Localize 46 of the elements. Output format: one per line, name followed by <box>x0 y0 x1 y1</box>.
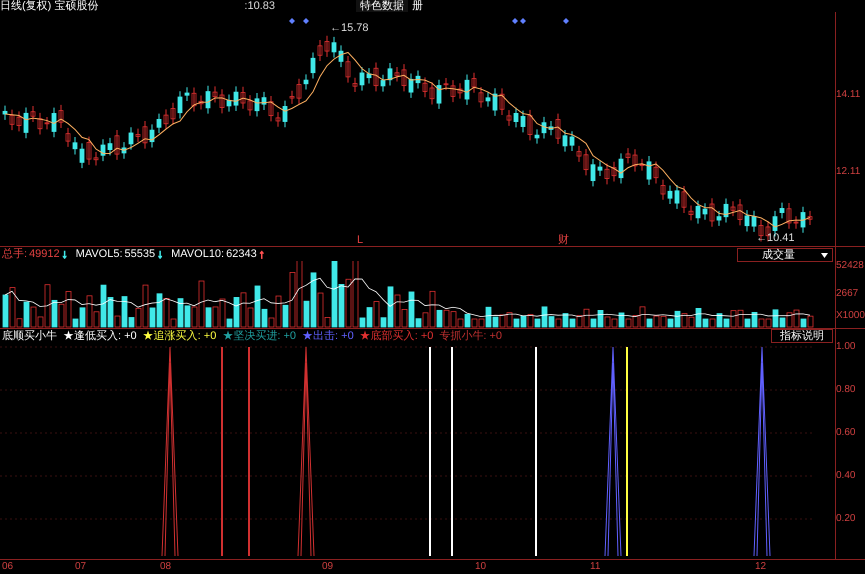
axis-label: X1000 <box>836 310 865 322</box>
axis-label: 0.20 <box>836 513 856 525</box>
axis-label: 14.11 <box>836 89 860 101</box>
signal-legend-item: ★底部买入: +0 <box>360 330 434 342</box>
signal-legend-item: ★出击: +0 <box>302 330 354 342</box>
signal-diamond-icon <box>303 18 309 24</box>
indicator-dropdown[interactable]: 成交量 <box>737 248 833 262</box>
volume-legend-value: 62343 <box>226 248 257 260</box>
chart-title: 日线(复权) 宝硕股份 <box>0 0 98 12</box>
indicator-name: 底顺买小牛 <box>2 330 57 342</box>
date-axis-label: 12 <box>755 561 766 572</box>
volume-legend-value: 49912 <box>29 248 60 260</box>
indicator-help-button[interactable]: 指标说明 <box>771 329 833 343</box>
trend-arrow: ↓ <box>157 248 164 260</box>
volume-legend-label: 总手: <box>2 248 28 260</box>
toolbar-tab[interactable]: 册 <box>412 0 423 12</box>
signal-legend-item: ★坚决买进: +0 <box>222 330 296 342</box>
signal-legend-item: ★追涨买入: +0 <box>142 330 216 342</box>
signal-diamond-icon <box>289 18 295 24</box>
signal-legend-item: ★逢低买入: +0 <box>63 330 137 342</box>
high-price-label: ←15.78 <box>330 22 369 34</box>
volume-legend-value: 55535 <box>124 248 156 260</box>
axis-label: 1.00 <box>836 341 856 353</box>
trend-arrow: ↓ <box>62 248 68 260</box>
signal-legend-item: 专抓小牛: +0 <box>439 330 502 342</box>
axis-label: 0.60 <box>836 427 856 439</box>
axis-label: 0.80 <box>836 384 856 396</box>
axis-label: 0.40 <box>836 470 856 482</box>
feature-data-tab[interactable]: 特色数据 <box>356 0 408 12</box>
date-axis-label: 09 <box>322 561 334 572</box>
date-axis-label: 07 <box>75 561 86 572</box>
axis-label: 12.11 <box>836 166 860 178</box>
volume-legend-label: MAVOL5: <box>76 248 123 260</box>
date-axis-label: 08 <box>160 561 172 572</box>
caret-icon <box>821 252 828 258</box>
axis-label: 2667 <box>836 288 858 300</box>
event-marker: L <box>357 234 364 246</box>
trend-arrow: ↑ <box>258 248 265 260</box>
date-axis-label: 06 <box>2 561 14 572</box>
volume-legend-label: MAVOL10: <box>171 248 224 260</box>
price-reading: :10.83 <box>244 0 275 12</box>
signal-diamond-icon <box>563 18 569 24</box>
date-axis-label: 10 <box>475 561 486 572</box>
date-axis-label: 11 <box>590 561 600 572</box>
axis-label: 52428 <box>836 260 864 272</box>
event-marker: 财 <box>558 234 569 246</box>
